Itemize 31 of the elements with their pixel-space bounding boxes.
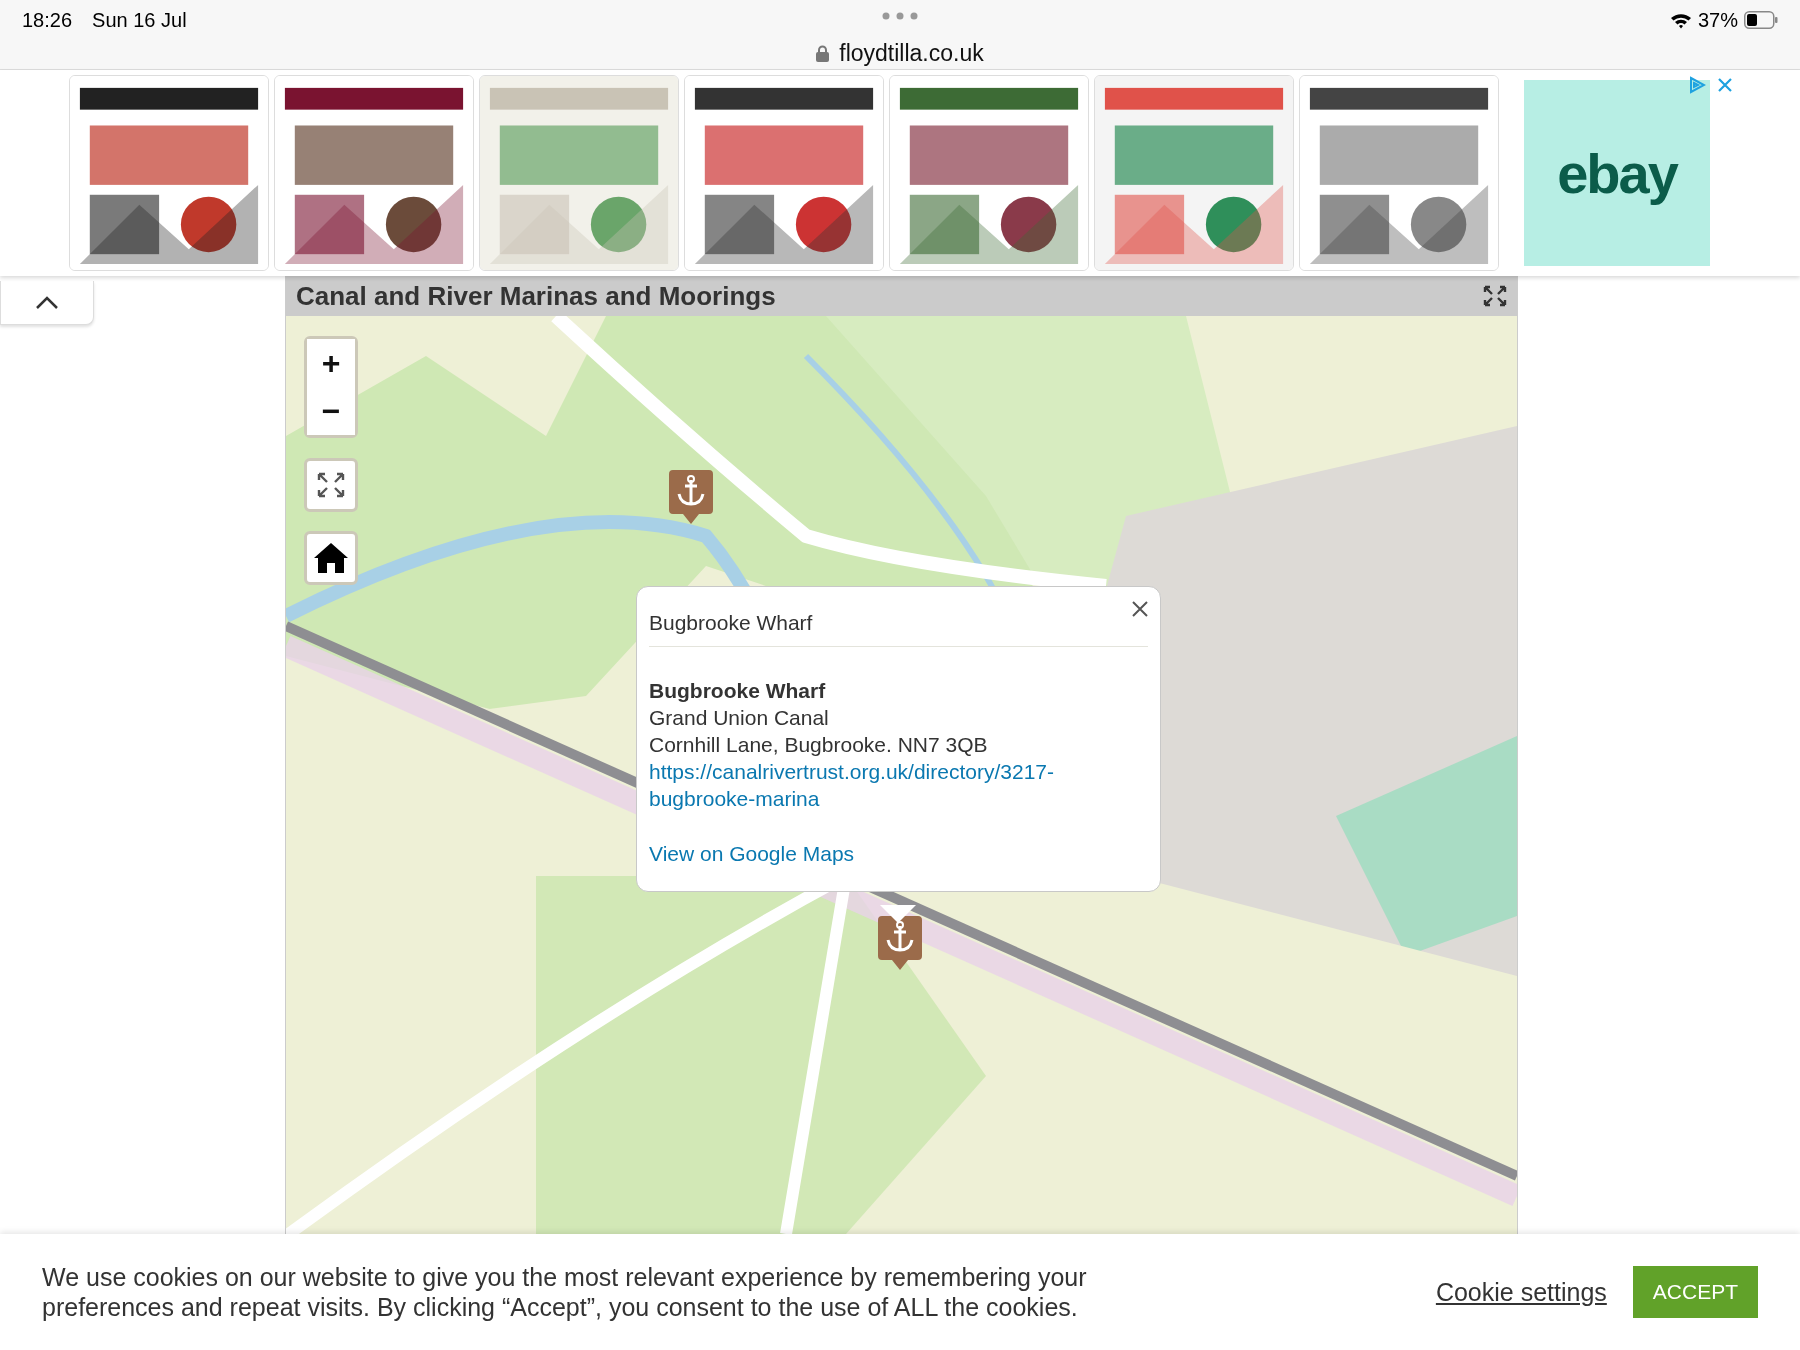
anchor-marker-icon[interactable] — [669, 470, 713, 524]
chevron-up-icon — [35, 295, 59, 310]
address-line: Cornhill Lane, Bugbrooke. NN7 3QB — [649, 732, 989, 758]
fullscreen-button[interactable] — [304, 458, 358, 512]
more-icon[interactable] — [882, 12, 918, 20]
place-name: Bugbrooke Wharf — [649, 678, 827, 704]
google-maps-link[interactable]: View on Google Maps — [649, 840, 1148, 867]
address-url[interactable]: floydtilla.co.uk — [839, 40, 984, 67]
anchor-marker-icon[interactable] — [878, 916, 922, 970]
lock-icon — [816, 45, 830, 62]
status-time: 18:26 — [22, 8, 73, 32]
popup-pointer — [880, 905, 916, 923]
cookie-notice: We use cookies on our website to give you the most relevant experience by remembering your preferences and repeat visits. By clicking “Accept”, you consent to the use of ALL the cookies. — [42, 1262, 1088, 1322]
ad-choices-icon[interactable] — [1688, 76, 1706, 94]
directory-link[interactable]: https://canalrivertrust.org.uk/directory/3217-bugbrooke-marina — [649, 758, 1148, 812]
popup-title: Bugbrooke Wharf — [649, 609, 1148, 647]
accept-button[interactable]: ACCEPT — [1632, 1266, 1758, 1318]
status-date: Sun 16 Jul — [92, 8, 187, 32]
ad-banner[interactable]: ebay — [1524, 80, 1710, 266]
expand-icon — [317, 472, 345, 498]
close-icon[interactable] — [1132, 601, 1148, 617]
battery-percent: 37% — [1697, 8, 1738, 32]
panel-title: Canal and River Marinas and Moorings — [296, 280, 776, 312]
home-button[interactable] — [304, 531, 358, 585]
wifi-icon — [1669, 11, 1692, 29]
cookie-settings-link[interactable]: Cookie settings — [1435, 1277, 1607, 1307]
battery-icon — [1744, 11, 1778, 29]
ad-logo[interactable]: ebay — [1557, 140, 1677, 206]
address-line: Grand Union Canal — [649, 705, 830, 731]
home-icon — [313, 542, 349, 574]
fullscreen-icon[interactable] — [1483, 285, 1507, 307]
